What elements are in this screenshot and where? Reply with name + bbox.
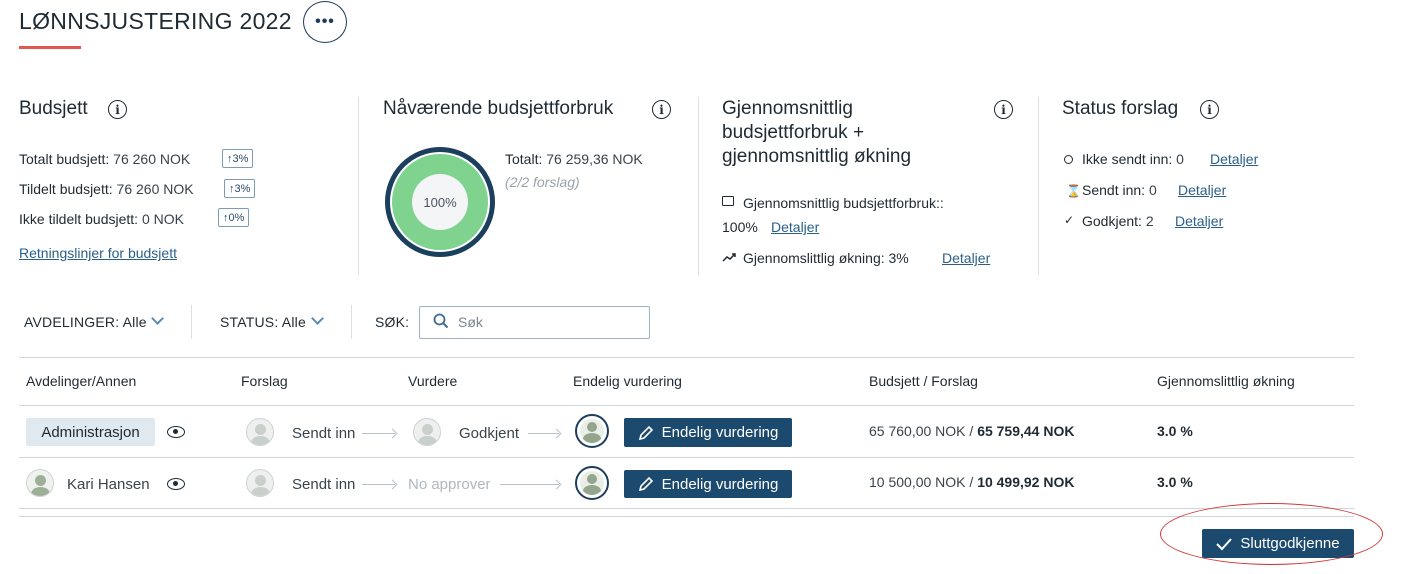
arrow-right-icon	[362, 484, 395, 485]
total-budget-row: Totalt budsjett: 76 260 NOK	[19, 151, 190, 167]
unassigned-budget-row: Ikke tildelt budsjett: 0 NOK	[19, 211, 184, 227]
divider	[1038, 97, 1039, 275]
status-sent-row: Sendt inn: 0	[1082, 182, 1157, 198]
average-usage-label: Gjennomsnittlig budsjettforbruk::	[743, 195, 944, 211]
assigned-budget-value: 76 260 NOK	[116, 181, 194, 197]
hourglass-icon: ⌛	[1066, 184, 1081, 198]
proposal-status: Sendt inn	[292, 425, 356, 442]
budget-proposal: 10 500,00 NOK / 10 499,92 NOK	[869, 474, 1075, 490]
usage-total-label: Totalt:	[505, 151, 543, 167]
status-not-sent-details-link[interactable]: Detaljer	[1210, 151, 1258, 167]
divider	[351, 305, 352, 339]
assigned-budget-row: Tildelt budsjett: 76 260 NOK	[19, 181, 194, 197]
divider	[358, 97, 359, 275]
avatar	[246, 418, 274, 446]
avatar	[575, 414, 609, 448]
unassigned-budget-badge: ↑ 0%	[218, 208, 250, 227]
column-header-review[interactable]: Vurdere	[408, 373, 457, 389]
average-increase-row: Gjennomslittlig økning: 3%	[743, 250, 909, 266]
avatar	[246, 469, 274, 497]
proposals-note: (2/2 forslag)	[505, 174, 580, 190]
unassigned-budget-value: 0 NOK	[141, 211, 184, 227]
title-underline	[19, 46, 81, 49]
final-review-button[interactable]: Endelig vurdering	[624, 418, 792, 447]
department-chip[interactable]: Administrasjon	[26, 418, 155, 446]
info-icon[interactable]: i	[652, 100, 671, 119]
table-bottom-border	[19, 516, 1354, 517]
arrow-right-icon	[500, 484, 559, 485]
review-status: No approver	[408, 476, 491, 493]
search-placeholder: Søk	[458, 314, 483, 330]
usage-total-value: 76 259,36 NOK	[546, 151, 643, 167]
usage-card-title: Nåværende budsjettforbruk	[383, 98, 614, 119]
average-increase-details-link[interactable]: Detaljer	[942, 250, 990, 266]
pencil-icon	[638, 425, 653, 440]
avatar	[413, 418, 441, 446]
circle-icon	[1064, 155, 1073, 164]
status-approved-row: Godkjent: 2	[1082, 213, 1154, 229]
status-card-title: Status forslag	[1062, 98, 1179, 119]
status-approved-details-link[interactable]: Detaljer	[1175, 213, 1223, 229]
arrow-right-icon	[362, 433, 395, 434]
budget-donut-label: 100%	[412, 174, 468, 230]
divider	[698, 97, 699, 275]
status-sent-details-link[interactable]: Detaljer	[1178, 182, 1226, 198]
proposal-status: Sendt inn	[292, 476, 356, 493]
eye-icon[interactable]	[167, 478, 185, 490]
avatar	[26, 469, 54, 497]
unassigned-budget-label: Ikke tildelt budsjett:	[19, 211, 139, 227]
average-card-title: Gjennomsnittlig budsjettforbruk + gjenno…	[722, 98, 912, 167]
divider	[191, 305, 192, 339]
info-icon[interactable]: i	[1200, 100, 1219, 119]
search-input[interactable]	[419, 306, 650, 339]
calculator-icon	[722, 196, 734, 206]
page-title: LØNNSJUSTERING 2022	[19, 8, 292, 34]
average-increase-label: Gjennomslittlig økning:	[743, 250, 885, 266]
status-not-sent-row: Ikke sendt inn: 0	[1082, 151, 1184, 167]
chevron-down-icon[interactable]	[311, 312, 324, 325]
budget-proposal: 65 760,00 NOK / 65 759,44 NOK	[869, 423, 1075, 439]
average-increase: 3.0 %	[1157, 474, 1193, 490]
final-review-button[interactable]: Endelig vurdering	[624, 470, 792, 498]
average-increase: 3.0 %	[1157, 423, 1193, 439]
average-usage-value: 100%	[722, 219, 758, 235]
info-icon[interactable]: i	[108, 100, 127, 119]
departments-filter[interactable]: AVDELINGER: Alle	[24, 314, 147, 330]
more-options-button[interactable]: •••	[303, 1, 347, 43]
search-icon	[433, 313, 449, 329]
info-icon[interactable]: i	[994, 100, 1013, 119]
row-divider	[19, 457, 1354, 458]
budget-card-title: Budsjett	[19, 98, 88, 119]
search-label: SØK:	[375, 314, 410, 330]
column-header-department[interactable]: Avdelinger/Annen	[26, 373, 136, 389]
average-usage-details-link[interactable]: Detaljer	[771, 219, 819, 235]
row-divider	[19, 508, 1354, 509]
assigned-budget-badge: ↑ 3%	[224, 179, 256, 198]
chevron-down-icon[interactable]	[151, 312, 164, 325]
usage-total-row: Totalt: 76 259,36 NOK	[505, 151, 643, 167]
total-budget-value: 76 260 NOK	[113, 151, 191, 167]
table-top-border	[19, 357, 1354, 358]
arrow-right-icon	[528, 433, 559, 434]
review-status: Godkjent	[459, 425, 520, 442]
column-header-budget[interactable]: Budsjett / Forslag	[869, 373, 978, 389]
more-icon: •••	[315, 13, 335, 30]
eye-icon[interactable]	[167, 426, 185, 438]
trend-up-icon	[722, 253, 736, 262]
employee-name[interactable]: Kari Hansen	[67, 476, 150, 493]
avatar	[575, 466, 609, 500]
budget-guidelines-link[interactable]: Retningslinjer for budsjett	[19, 245, 177, 261]
highlight-annotation	[1160, 503, 1383, 565]
check-icon: ✓	[1064, 213, 1075, 227]
status-filter[interactable]: STATUS: Alle	[220, 314, 306, 330]
total-budget-badge: ↑ 3%	[222, 149, 254, 168]
total-budget-label: Totalt budsjett:	[19, 151, 110, 167]
assigned-budget-label: Tildelt budsjett:	[19, 181, 113, 197]
pencil-icon	[638, 476, 653, 492]
column-header-proposal[interactable]: Forslag	[241, 373, 288, 389]
table-header-border	[19, 405, 1354, 406]
column-header-increase[interactable]: Gjennomslittlig økning	[1157, 373, 1295, 389]
column-header-final-review[interactable]: Endelig vurdering	[573, 373, 682, 389]
average-increase-value: 3%	[888, 250, 909, 266]
